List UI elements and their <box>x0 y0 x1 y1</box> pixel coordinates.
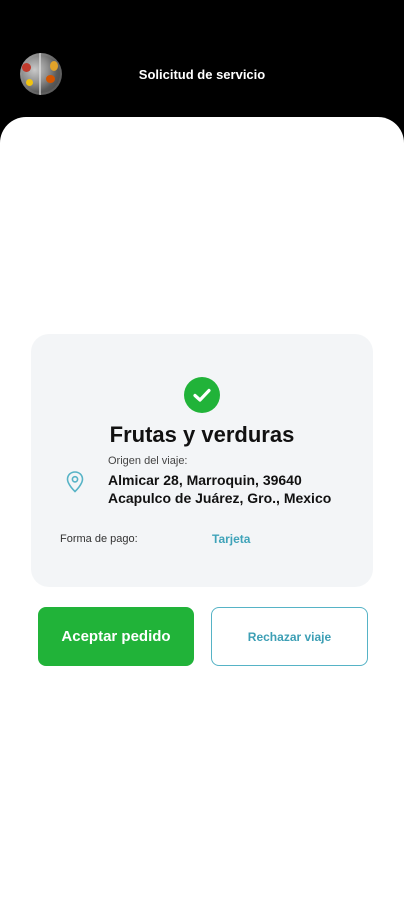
payment-method-value: Tarjeta <box>212 532 251 546</box>
accept-order-button[interactable]: Aceptar pedido <box>38 607 194 666</box>
check-circle-icon <box>184 377 220 413</box>
service-request-card <box>31 334 373 587</box>
location-pin-icon <box>64 470 86 494</box>
payment-method-label: Forma de pago: <box>60 533 138 545</box>
origin-address-line1: Almicar 28, Marroquin, 39640 <box>108 472 302 488</box>
origin-label: Origen del viaje: <box>108 455 188 467</box>
reject-trip-button[interactable]: Rechazar viaje <box>211 607 368 666</box>
app-header: Solicitud de servicio <box>0 0 404 130</box>
page-title: Solicitud de servicio <box>138 67 266 82</box>
origin-address-line2: Acapulco de Juárez, Gro., Mexico <box>108 490 332 506</box>
service-title: Frutas y verduras <box>109 422 295 447</box>
